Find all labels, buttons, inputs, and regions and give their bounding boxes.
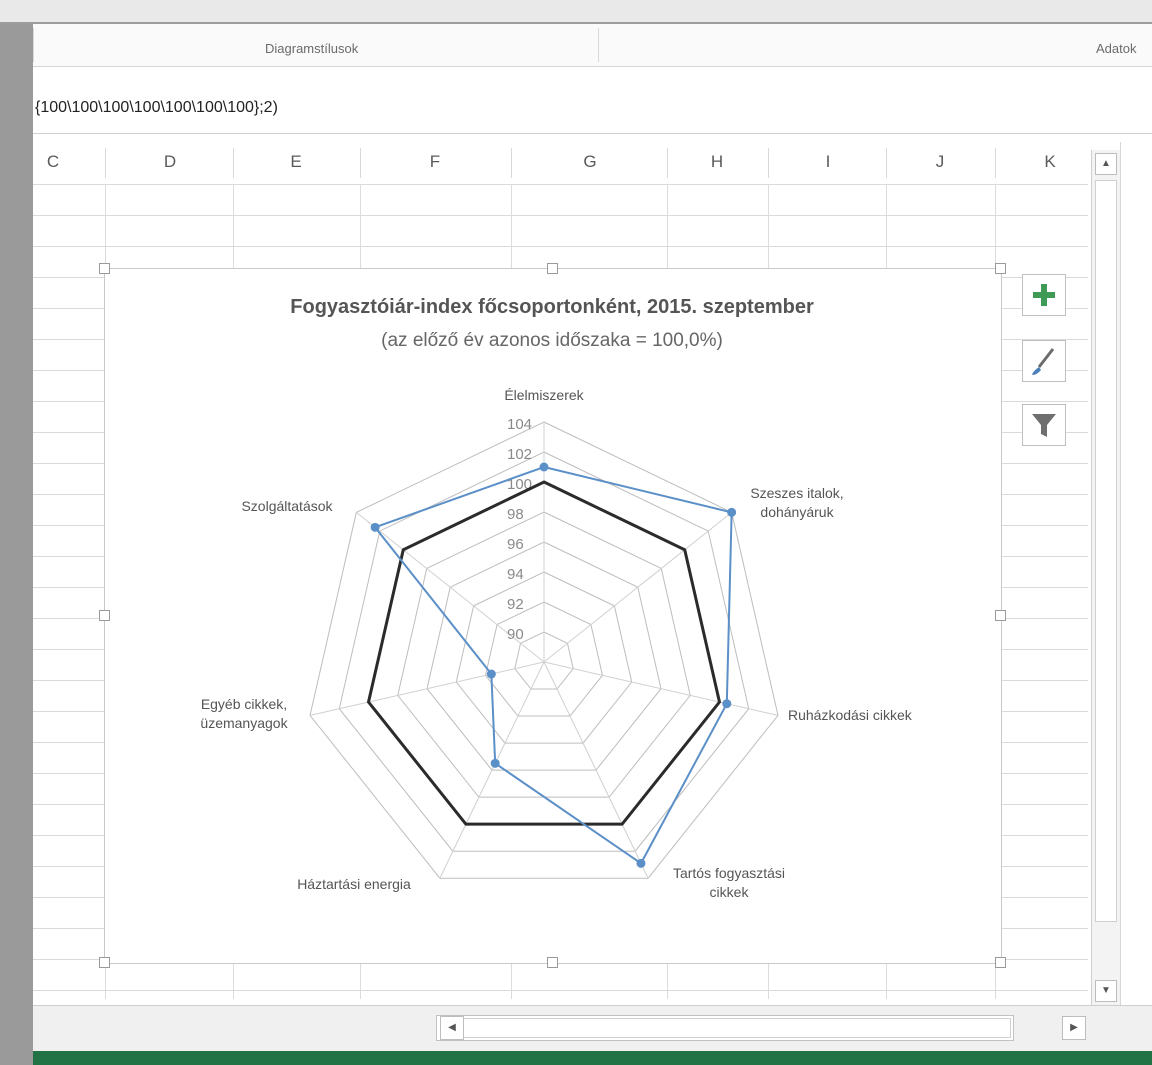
grid-row-line [33, 990, 1088, 991]
scrollbar-thumb[interactable] [1095, 180, 1117, 922]
window-frame-left [0, 0, 33, 1065]
side-pane [1120, 142, 1152, 1012]
column-header-c[interactable]: C [33, 152, 73, 172]
column-header-i[interactable]: I [808, 152, 848, 172]
column-separator[interactable] [995, 148, 996, 178]
chart-resize-handle[interactable] [995, 957, 1006, 968]
chart-resize-handle[interactable] [99, 610, 110, 621]
chart-resize-handle[interactable] [99, 263, 110, 274]
column-separator[interactable] [768, 148, 769, 178]
brush-icon [1032, 348, 1055, 375]
chart-resize-handle[interactable] [995, 263, 1006, 274]
column-header-g[interactable]: G [570, 152, 610, 172]
ribbon-group-chart-styles: Diagramstílusok [265, 41, 359, 56]
grid-row-line [33, 215, 1088, 216]
scroll-up-arrow-icon[interactable]: ▲ [1095, 153, 1117, 175]
column-header-row: C D E F G H I J K [33, 142, 1088, 185]
chart-resize-handle[interactable] [99, 957, 110, 968]
column-separator[interactable] [105, 148, 106, 178]
column-separator[interactable] [233, 148, 234, 178]
column-header-k[interactable]: K [1030, 152, 1070, 172]
ribbon-separator [33, 28, 34, 62]
ribbon-group-bar: Diagramstílusok Adatok [33, 24, 1152, 67]
grid-row-line [33, 184, 1088, 185]
scroll-left-arrow-icon[interactable]: ◀ [440, 1016, 464, 1040]
chart-resize-handle[interactable] [995, 610, 1006, 621]
column-separator[interactable] [667, 148, 668, 178]
scroll-down-arrow-icon[interactable]: ▼ [1095, 980, 1117, 1002]
plus-icon [1033, 284, 1055, 306]
column-header-h[interactable]: H [697, 152, 737, 172]
filter-icon [1032, 414, 1056, 437]
column-header-e[interactable]: E [276, 152, 316, 172]
chart-resize-handle[interactable] [547, 263, 558, 274]
chart-title[interactable]: Fogyasztóiár-index főcsoportonként, 2015… [104, 296, 1000, 319]
vertical-scrollbar[interactable]: ▲ ▼ [1091, 150, 1121, 1005]
chart-area[interactable] [104, 268, 1002, 964]
scroll-right-arrow-icon[interactable]: ▶ [1062, 1016, 1086, 1040]
chart-styles-button[interactable] [1022, 340, 1066, 382]
column-separator[interactable] [360, 148, 361, 178]
formula-bar[interactable]: {100\100\100\100\100\100\100};2) [33, 67, 1152, 134]
formula-text[interactable]: {100\100\100\100\100\100\100};2) [35, 99, 278, 117]
grid-row-line [33, 246, 1088, 247]
column-header-f[interactable]: F [415, 152, 455, 172]
ribbon-group-data: Adatok [1096, 41, 1137, 56]
column-separator[interactable] [886, 148, 887, 178]
chart-filters-button[interactable] [1022, 404, 1066, 446]
column-header-d[interactable]: D [150, 152, 190, 172]
ribbon-separator [598, 28, 599, 62]
window-frame-top [0, 0, 1152, 24]
chart-elements-button[interactable] [1022, 274, 1066, 316]
horizontal-scrollbar-thumb[interactable] [461, 1018, 1011, 1038]
status-bar [33, 1051, 1152, 1065]
horizontal-scrollbar[interactable] [436, 1015, 1014, 1041]
column-header-j[interactable]: J [920, 152, 960, 172]
chart-subtitle[interactable]: (az előző év azonos időszaka = 100,0%) [104, 330, 1000, 352]
column-separator[interactable] [511, 148, 512, 178]
chart-resize-handle[interactable] [547, 957, 558, 968]
